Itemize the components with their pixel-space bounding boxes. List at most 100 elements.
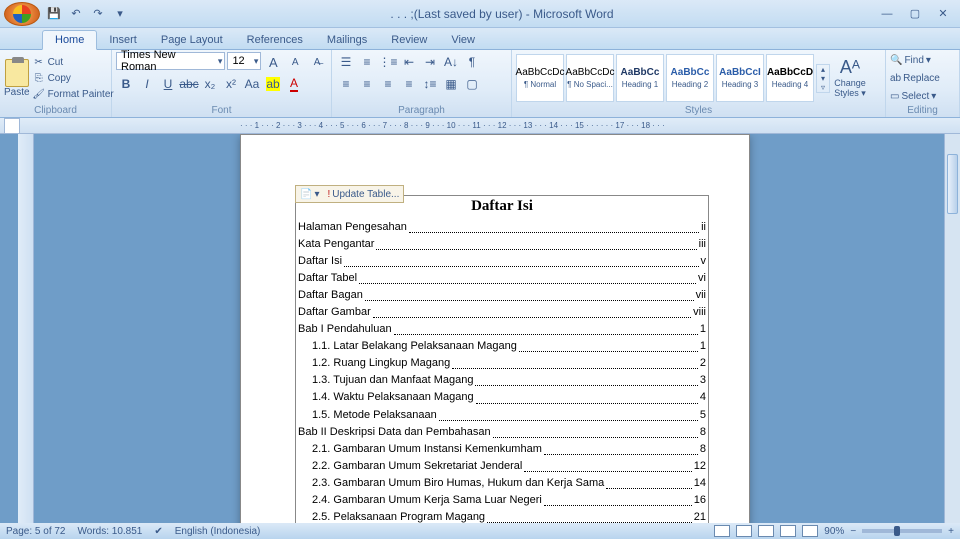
copy-button[interactable]: ⎘Copy <box>32 70 114 86</box>
status-page[interactable]: Page: 5 of 72 <box>6 526 66 537</box>
vertical-scrollbar[interactable] <box>944 134 960 523</box>
tab-review[interactable]: Review <box>379 31 439 49</box>
toc-entry[interactable]: Halaman Pengesahanii <box>298 219 706 236</box>
zoom-out-button[interactable]: − <box>850 526 856 537</box>
borders-button[interactable]: ▢ <box>462 74 482 94</box>
toc-entry[interactable]: 1.5. Metode Pelaksanaan5 <box>298 407 706 424</box>
change-styles-button[interactable]: AᴬChangeStyles ▾ <box>832 53 868 103</box>
align-center-button[interactable]: ≡ <box>357 74 377 94</box>
numbering-button[interactable]: ≡ <box>357 52 377 72</box>
office-button[interactable] <box>4 2 40 26</box>
find-button[interactable]: 🔍Find ▾ <box>890 52 955 68</box>
tab-mailings[interactable]: Mailings <box>315 31 379 49</box>
justify-button[interactable]: ≡ <box>399 74 419 94</box>
draft-view-button[interactable] <box>802 525 818 537</box>
redo-icon[interactable]: ↷ <box>88 4 108 24</box>
toc-update-button[interactable]: !Update Table... <box>323 189 403 200</box>
paste-button[interactable]: Paste <box>4 53 30 103</box>
multilevel-list-button[interactable]: ⋮≡ <box>378 52 398 72</box>
print-layout-view-button[interactable] <box>714 525 730 537</box>
status-words[interactable]: Words: 10.851 <box>78 526 143 537</box>
replace-button[interactable]: abReplace <box>890 70 955 86</box>
grow-font-button[interactable]: A <box>263 52 283 72</box>
undo-icon[interactable]: ↶ <box>66 4 86 24</box>
styles-up-icon[interactable]: ▴ <box>817 65 829 74</box>
tab-references[interactable]: References <box>235 31 315 49</box>
close-button[interactable]: ✕ <box>930 5 956 23</box>
status-language[interactable]: English (Indonesia) <box>175 526 261 537</box>
tab-insert[interactable]: Insert <box>97 31 149 49</box>
toc-entry[interactable]: Daftar Tabelvi <box>298 270 706 287</box>
tab-page-layout[interactable]: Page Layout <box>149 31 235 49</box>
toc-entry[interactable]: Daftar Gambarviii <box>298 304 706 321</box>
toc-entry[interactable]: 2.2. Gambaran Umum Sekretariat Jenderal1… <box>298 458 706 475</box>
increase-indent-button[interactable]: ⇥ <box>420 52 440 72</box>
bullets-button[interactable]: ☰ <box>336 52 356 72</box>
toc-entry[interactable]: 2.4. Gambaran Umum Kerja Sama Luar Neger… <box>298 492 706 509</box>
toc-entry[interactable]: 1.2. Ruang Lingkup Magang2 <box>298 355 706 372</box>
status-proofing-icon[interactable]: ✔ <box>154 526 162 537</box>
page[interactable]: 📄▾ !Update Table... Daftar Isi Halaman P… <box>240 134 750 523</box>
toc-entry[interactable]: Bab I Pendahuluan1 <box>298 321 706 338</box>
save-icon[interactable]: 💾 <box>44 4 64 24</box>
toc-field[interactable]: Daftar Isi Halaman PengesahaniiKata Peng… <box>295 195 709 523</box>
format-painter-button[interactable]: 🖌Format Painter <box>32 86 114 102</box>
style-heading-2[interactable]: AaBbCcHeading 2 <box>666 54 714 102</box>
styles-scroll[interactable]: ▴▾▿ <box>816 64 830 93</box>
toc-entry[interactable]: 2.1. Gambaran Umum Instansi Kemenkumham8 <box>298 441 706 458</box>
maximize-button[interactable]: ▢ <box>902 5 928 23</box>
bold-button[interactable]: B <box>116 74 136 94</box>
change-case-button[interactable]: Aa <box>242 74 262 94</box>
zoom-in-button[interactable]: + <box>948 526 954 537</box>
font-size-combo[interactable]: 12 <box>227 52 261 70</box>
font-color-button[interactable]: A <box>284 74 304 94</box>
horizontal-ruler[interactable]: · · · 1 · · · 2 · · · 3 · · · 4 · · · 5 … <box>0 118 960 134</box>
style--normal[interactable]: AaBbCcDc¶ Normal <box>516 54 564 102</box>
font-name-combo[interactable]: Times New Roman <box>116 52 225 70</box>
style--no-spaci-[interactable]: AaBbCcDc¶ No Spaci... <box>566 54 614 102</box>
tab-home[interactable]: Home <box>42 30 97 50</box>
toc-entry[interactable]: Bab II Deskripsi Data dan Pembahasan8 <box>298 424 706 441</box>
cut-button[interactable]: ✂Cut <box>32 54 114 70</box>
subscript-button[interactable]: x₂ <box>200 74 220 94</box>
customize-qat-icon[interactable]: ▾ <box>110 4 130 24</box>
style-heading-3[interactable]: AaBbCcIHeading 3 <box>716 54 764 102</box>
toc-entry[interactable]: Daftar Baganvii <box>298 287 706 304</box>
toc-entry[interactable]: Kata Pengantariii <box>298 236 706 253</box>
styles-more-icon[interactable]: ▿ <box>817 83 829 92</box>
tab-view[interactable]: View <box>439 31 487 49</box>
show-marks-button[interactable]: ¶ <box>462 52 482 72</box>
toc-entry[interactable]: 1.1. Latar Belakang Pelaksanaan Magang1 <box>298 338 706 355</box>
highlight-button[interactable]: ab <box>263 74 283 94</box>
outline-view-button[interactable] <box>780 525 796 537</box>
shading-button[interactable]: ▦ <box>441 74 461 94</box>
clear-formatting-button[interactable]: A̶ <box>307 52 327 72</box>
styles-down-icon[interactable]: ▾ <box>817 74 829 83</box>
shrink-font-button[interactable]: A <box>285 52 305 72</box>
toc-entry[interactable]: 1.3. Tujuan dan Manfaat Magang3 <box>298 372 706 389</box>
scrollbar-thumb[interactable] <box>947 154 958 214</box>
decrease-indent-button[interactable]: ⇤ <box>399 52 419 72</box>
underline-button[interactable]: U <box>158 74 178 94</box>
zoom-slider[interactable] <box>862 529 942 533</box>
zoom-level[interactable]: 90% <box>824 526 844 537</box>
line-spacing-button[interactable]: ↕≡ <box>420 74 440 94</box>
toc-entry[interactable]: 2.3. Gambaran Umum Biro Humas, Hukum dan… <box>298 475 706 492</box>
align-right-button[interactable]: ≡ <box>378 74 398 94</box>
style-heading-1[interactable]: AaBbCcHeading 1 <box>616 54 664 102</box>
italic-button[interactable]: I <box>137 74 157 94</box>
full-screen-view-button[interactable] <box>736 525 752 537</box>
ruler-corner[interactable] <box>4 118 20 134</box>
strikethrough-button[interactable]: abc <box>179 74 199 94</box>
web-layout-view-button[interactable] <box>758 525 774 537</box>
style-heading-4[interactable]: AaBbCcDHeading 4 <box>766 54 814 102</box>
sort-button[interactable]: A↓ <box>441 52 461 72</box>
superscript-button[interactable]: x² <box>221 74 241 94</box>
minimize-button[interactable]: — <box>874 5 900 23</box>
align-left-button[interactable]: ≡ <box>336 74 356 94</box>
select-button[interactable]: ▭Select ▾ <box>890 88 955 104</box>
toc-entry[interactable]: Daftar Isiv <box>298 253 706 270</box>
toc-entry[interactable]: 2.5. Pelaksanaan Program Magang21 <box>298 509 706 523</box>
vertical-ruler[interactable] <box>18 134 34 523</box>
toc-menu-button[interactable]: 📄▾ <box>296 189 323 200</box>
